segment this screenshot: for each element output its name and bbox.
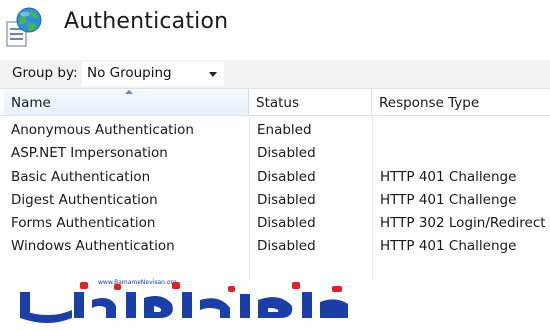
row-name: Basic Authentication bbox=[11, 168, 151, 185]
globe-document-icon bbox=[6, 7, 42, 47]
column-header-response-type[interactable]: Response Type bbox=[372, 89, 550, 115]
row-name: Anonymous Authentication bbox=[11, 122, 194, 138]
column-header-label: Response Type bbox=[379, 95, 480, 111]
row-response-type: HTTP 401 Challenge bbox=[380, 191, 517, 208]
row-status: Disabled bbox=[257, 215, 316, 232]
list-row[interactable]: ASP.NET Impersonation Disabled bbox=[0, 142, 550, 165]
row-name: ASP.NET Impersonation bbox=[11, 145, 168, 162]
row-name: Digest Authentication bbox=[11, 191, 158, 208]
group-by-label: Group by: bbox=[12, 65, 78, 81]
page-header: Authentication bbox=[0, 0, 550, 52]
sort-ascending-icon bbox=[125, 90, 133, 94]
row-name: Windows Authentication bbox=[11, 238, 175, 255]
row-status: Disabled bbox=[257, 168, 316, 185]
column-header-label: Status bbox=[256, 95, 300, 111]
list-row[interactable]: Digest Authentication Disabled HTTP 401 … bbox=[0, 189, 550, 212]
row-name: Forms Authentication bbox=[11, 215, 156, 232]
group-by-value: No Grouping bbox=[87, 65, 172, 81]
row-status: Disabled bbox=[257, 145, 316, 162]
list-row[interactable]: Basic Authentication Disabled HTTP 401 C… bbox=[0, 166, 550, 189]
row-response-type: HTTP 302 Login/Redirect bbox=[380, 215, 546, 232]
page-title: Authentication bbox=[64, 9, 229, 34]
group-by-dropdown[interactable]: No Grouping bbox=[82, 62, 224, 86]
watermark-logo: www.BamameNevisan.org bbox=[20, 279, 348, 323]
list-row[interactable]: Anonymous Authentication Enabled bbox=[0, 119, 550, 142]
row-response-type: HTTP 401 Challenge bbox=[380, 238, 517, 255]
group-by-toolbar: Group by: No Grouping bbox=[0, 60, 550, 88]
list-row[interactable]: Windows Authentication Disabled HTTP 401… bbox=[0, 235, 550, 258]
list-row[interactable]: Forms Authentication Disabled HTTP 302 L… bbox=[0, 212, 550, 235]
list-header: Name Status Response Type bbox=[0, 88, 550, 116]
row-status: Disabled bbox=[257, 238, 316, 255]
column-header-name[interactable]: Name bbox=[4, 89, 249, 115]
authentication-list: Anonymous Authentication Enabled ASP.NET… bbox=[0, 119, 550, 259]
row-status: Disabled bbox=[257, 191, 316, 208]
column-header-label: Name bbox=[11, 95, 51, 111]
chevron-down-icon bbox=[209, 72, 217, 77]
column-header-status[interactable]: Status bbox=[249, 89, 372, 115]
row-status: Enabled bbox=[257, 122, 312, 138]
row-response-type: HTTP 401 Challenge bbox=[380, 168, 517, 185]
watermark-url: www.BamameNevisan.org bbox=[98, 279, 177, 286]
